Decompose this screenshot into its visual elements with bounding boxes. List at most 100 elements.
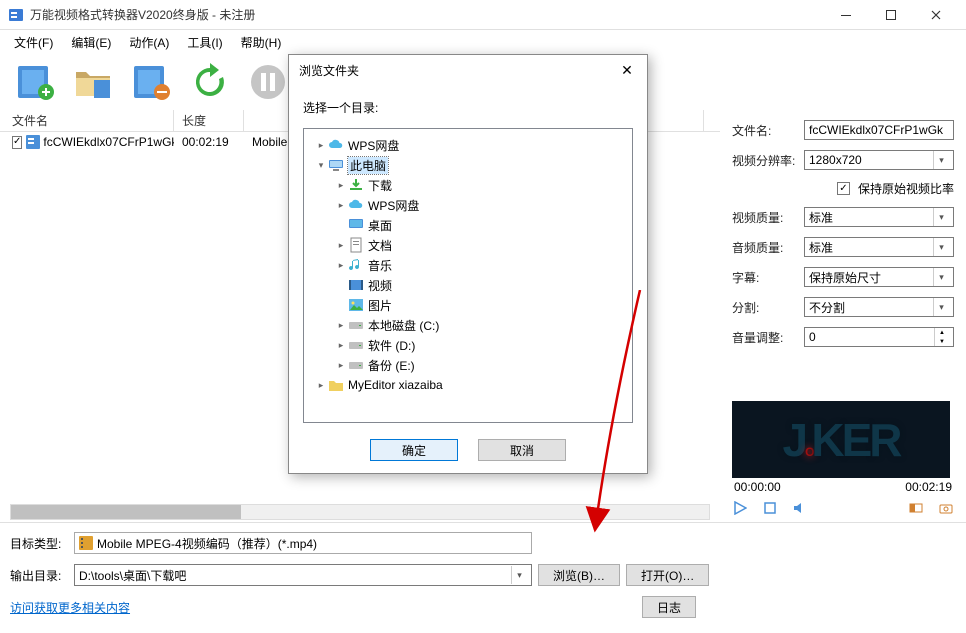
audio-quality-select[interactable]: 标准▾	[804, 237, 954, 257]
dialog-ok-button[interactable]: 确定	[370, 439, 458, 461]
tree-label: 本地磁盘 (C:)	[368, 317, 439, 334]
audio-quality-label: 音频质量:	[732, 239, 804, 256]
resolution-select[interactable]: 1280x720▾	[804, 150, 954, 170]
tree-node[interactable]: ▸WPS网盘	[306, 135, 630, 155]
close-button[interactable]	[913, 0, 958, 30]
target-type-label: 目标类型:	[10, 535, 68, 552]
pause-button[interactable]	[242, 58, 294, 106]
remove-file-button[interactable]	[126, 58, 178, 106]
step-up-icon[interactable]: ▲	[935, 328, 949, 337]
expander-icon[interactable]: ▸	[334, 180, 348, 191]
convert-button[interactable]	[184, 58, 236, 106]
chevron-down-icon: ▾	[511, 566, 527, 584]
expander-icon[interactable]: ▸	[334, 320, 348, 331]
minimize-button[interactable]	[823, 0, 868, 30]
pc-icon	[328, 157, 344, 173]
add-file-button[interactable]	[10, 58, 62, 106]
expander-icon[interactable]: ▸	[314, 380, 328, 391]
menu-action[interactable]: 动作(A)	[121, 32, 177, 53]
dialog-cancel-button[interactable]: 取消	[478, 439, 566, 461]
target-type-value: Mobile MPEG-4视频编码（推荐）(*.mp4)	[97, 535, 317, 552]
browse-folder-dialog: 浏览文件夹 ✕ 选择一个目录: ▸WPS网盘▾此电脑▸下载▸WPS网盘桌面▸文档…	[288, 54, 648, 474]
expander-icon[interactable]: ▸	[334, 340, 348, 351]
total-time: 00:02:19	[905, 480, 952, 494]
maximize-button[interactable]	[868, 0, 913, 30]
doc-icon	[348, 237, 364, 253]
step-down-icon[interactable]: ▼	[935, 337, 949, 346]
snapshot-icon[interactable]	[938, 500, 954, 516]
keep-ratio-label: 保持原始视频比率	[858, 180, 954, 197]
preview-text: JOKER	[782, 413, 899, 467]
format-icon	[79, 536, 93, 550]
menu-tools[interactable]: 工具(I)	[179, 32, 230, 53]
play-controls	[732, 496, 954, 520]
row-checkbox[interactable]: ✓	[12, 136, 22, 149]
keep-ratio-checkbox[interactable]: ✓	[837, 182, 850, 195]
sound-icon[interactable]	[792, 500, 808, 516]
expander-icon[interactable]: ▾	[314, 160, 328, 171]
volume-stepper[interactable]: 0▲▼	[804, 327, 954, 347]
dialog-close-button[interactable]: ✕	[617, 60, 637, 80]
tree-node[interactable]: ▸ MyEditor xiazaiba	[306, 375, 630, 395]
split-label: 分割:	[732, 299, 804, 316]
horizontal-scrollbar[interactable]	[10, 504, 710, 520]
log-button[interactable]: 日志	[642, 596, 696, 618]
row-filename: fcCWIEkdlx07CFrP1wGk...	[43, 135, 174, 149]
tree-label: 下载	[368, 177, 392, 194]
tree-node[interactable]: ▾此电脑	[306, 155, 630, 175]
disk-icon	[348, 357, 364, 373]
app-icon	[8, 7, 24, 23]
tree-node[interactable]: 图片	[306, 295, 630, 315]
menu-edit[interactable]: 编辑(E)	[63, 32, 119, 53]
pic-icon	[348, 297, 364, 313]
tree-node[interactable]: ▸ 下载	[306, 175, 630, 195]
tree-node[interactable]: 视频	[306, 275, 630, 295]
chevron-down-icon: ▾	[933, 208, 949, 226]
tree-label: MyEditor xiazaiba	[348, 378, 443, 392]
tree-node[interactable]: ▸备份 (E:)	[306, 355, 630, 375]
expander-icon[interactable]: ▸	[314, 140, 328, 151]
tree-node[interactable]: ▸WPS网盘	[306, 195, 630, 215]
dialog-title: 浏览文件夹	[299, 62, 359, 79]
settings-panel: 文件名:fcCWIEkdlx07CFrP1wGk 视频分辨率:1280x720▾…	[720, 110, 966, 520]
menu-file[interactable]: 文件(F)	[6, 32, 61, 53]
subtitle-select[interactable]: 保持原始尺寸▾	[804, 267, 954, 287]
file-icon	[26, 135, 40, 149]
folder-tree[interactable]: ▸WPS网盘▾此电脑▸下载▸WPS网盘桌面▸文档▸音乐视频图片▸本地磁盘 (C:…	[303, 128, 633, 423]
browse-button[interactable]: 浏览(B)…	[538, 564, 620, 586]
expander-icon[interactable]: ▸	[334, 360, 348, 371]
open-button[interactable]: 打开(O)…	[626, 564, 709, 586]
video-quality-select[interactable]: 标准▾	[804, 207, 954, 227]
stop-icon[interactable]	[762, 500, 778, 516]
menu-help[interactable]: 帮助(H)	[233, 32, 290, 53]
output-dir-select[interactable]: D:\tools\桌面\下载吧▾	[74, 564, 532, 586]
tree-node[interactable]: 桌面	[306, 215, 630, 235]
col-filename[interactable]: 文件名	[4, 110, 174, 131]
tree-label: 软件 (D:)	[368, 337, 415, 354]
filename-field[interactable]: fcCWIEkdlx07CFrP1wGk	[804, 120, 954, 140]
expander-icon[interactable]: ▸	[334, 240, 348, 251]
more-content-link[interactable]: 访问获取更多相关内容	[10, 595, 130, 620]
resolution-label: 视频分辨率:	[732, 152, 804, 169]
dialog-prompt: 选择一个目录:	[303, 99, 633, 116]
tree-node[interactable]: ▸文档	[306, 235, 630, 255]
tree-label: 视频	[368, 277, 392, 294]
target-type-field[interactable]: Mobile MPEG-4视频编码（推荐）(*.mp4)	[74, 532, 532, 554]
titlebar: 万能视频格式转换器V2020终身版 - 未注册	[0, 0, 966, 30]
filename-label: 文件名:	[732, 122, 804, 139]
tree-node[interactable]: ▸ 本地磁盘 (C:)	[306, 315, 630, 335]
video-quality-label: 视频质量:	[732, 209, 804, 226]
tree-label: 图片	[368, 297, 392, 314]
add-folder-button[interactable]	[68, 58, 120, 106]
expander-icon[interactable]: ▸	[334, 260, 348, 271]
chevron-down-icon: ▾	[933, 238, 949, 256]
current-time: 00:00:00	[734, 480, 781, 494]
trim-icon[interactable]	[908, 500, 924, 516]
play-icon[interactable]	[732, 500, 748, 516]
expander-icon[interactable]: ▸	[334, 200, 348, 211]
tree-node[interactable]: ▸音乐	[306, 255, 630, 275]
tree-node[interactable]: ▸ 软件 (D:)	[306, 335, 630, 355]
col-length[interactable]: 长度	[174, 110, 244, 131]
menubar: 文件(F) 编辑(E) 动作(A) 工具(I) 帮助(H)	[0, 30, 966, 54]
split-select[interactable]: 不分割▾	[804, 297, 954, 317]
